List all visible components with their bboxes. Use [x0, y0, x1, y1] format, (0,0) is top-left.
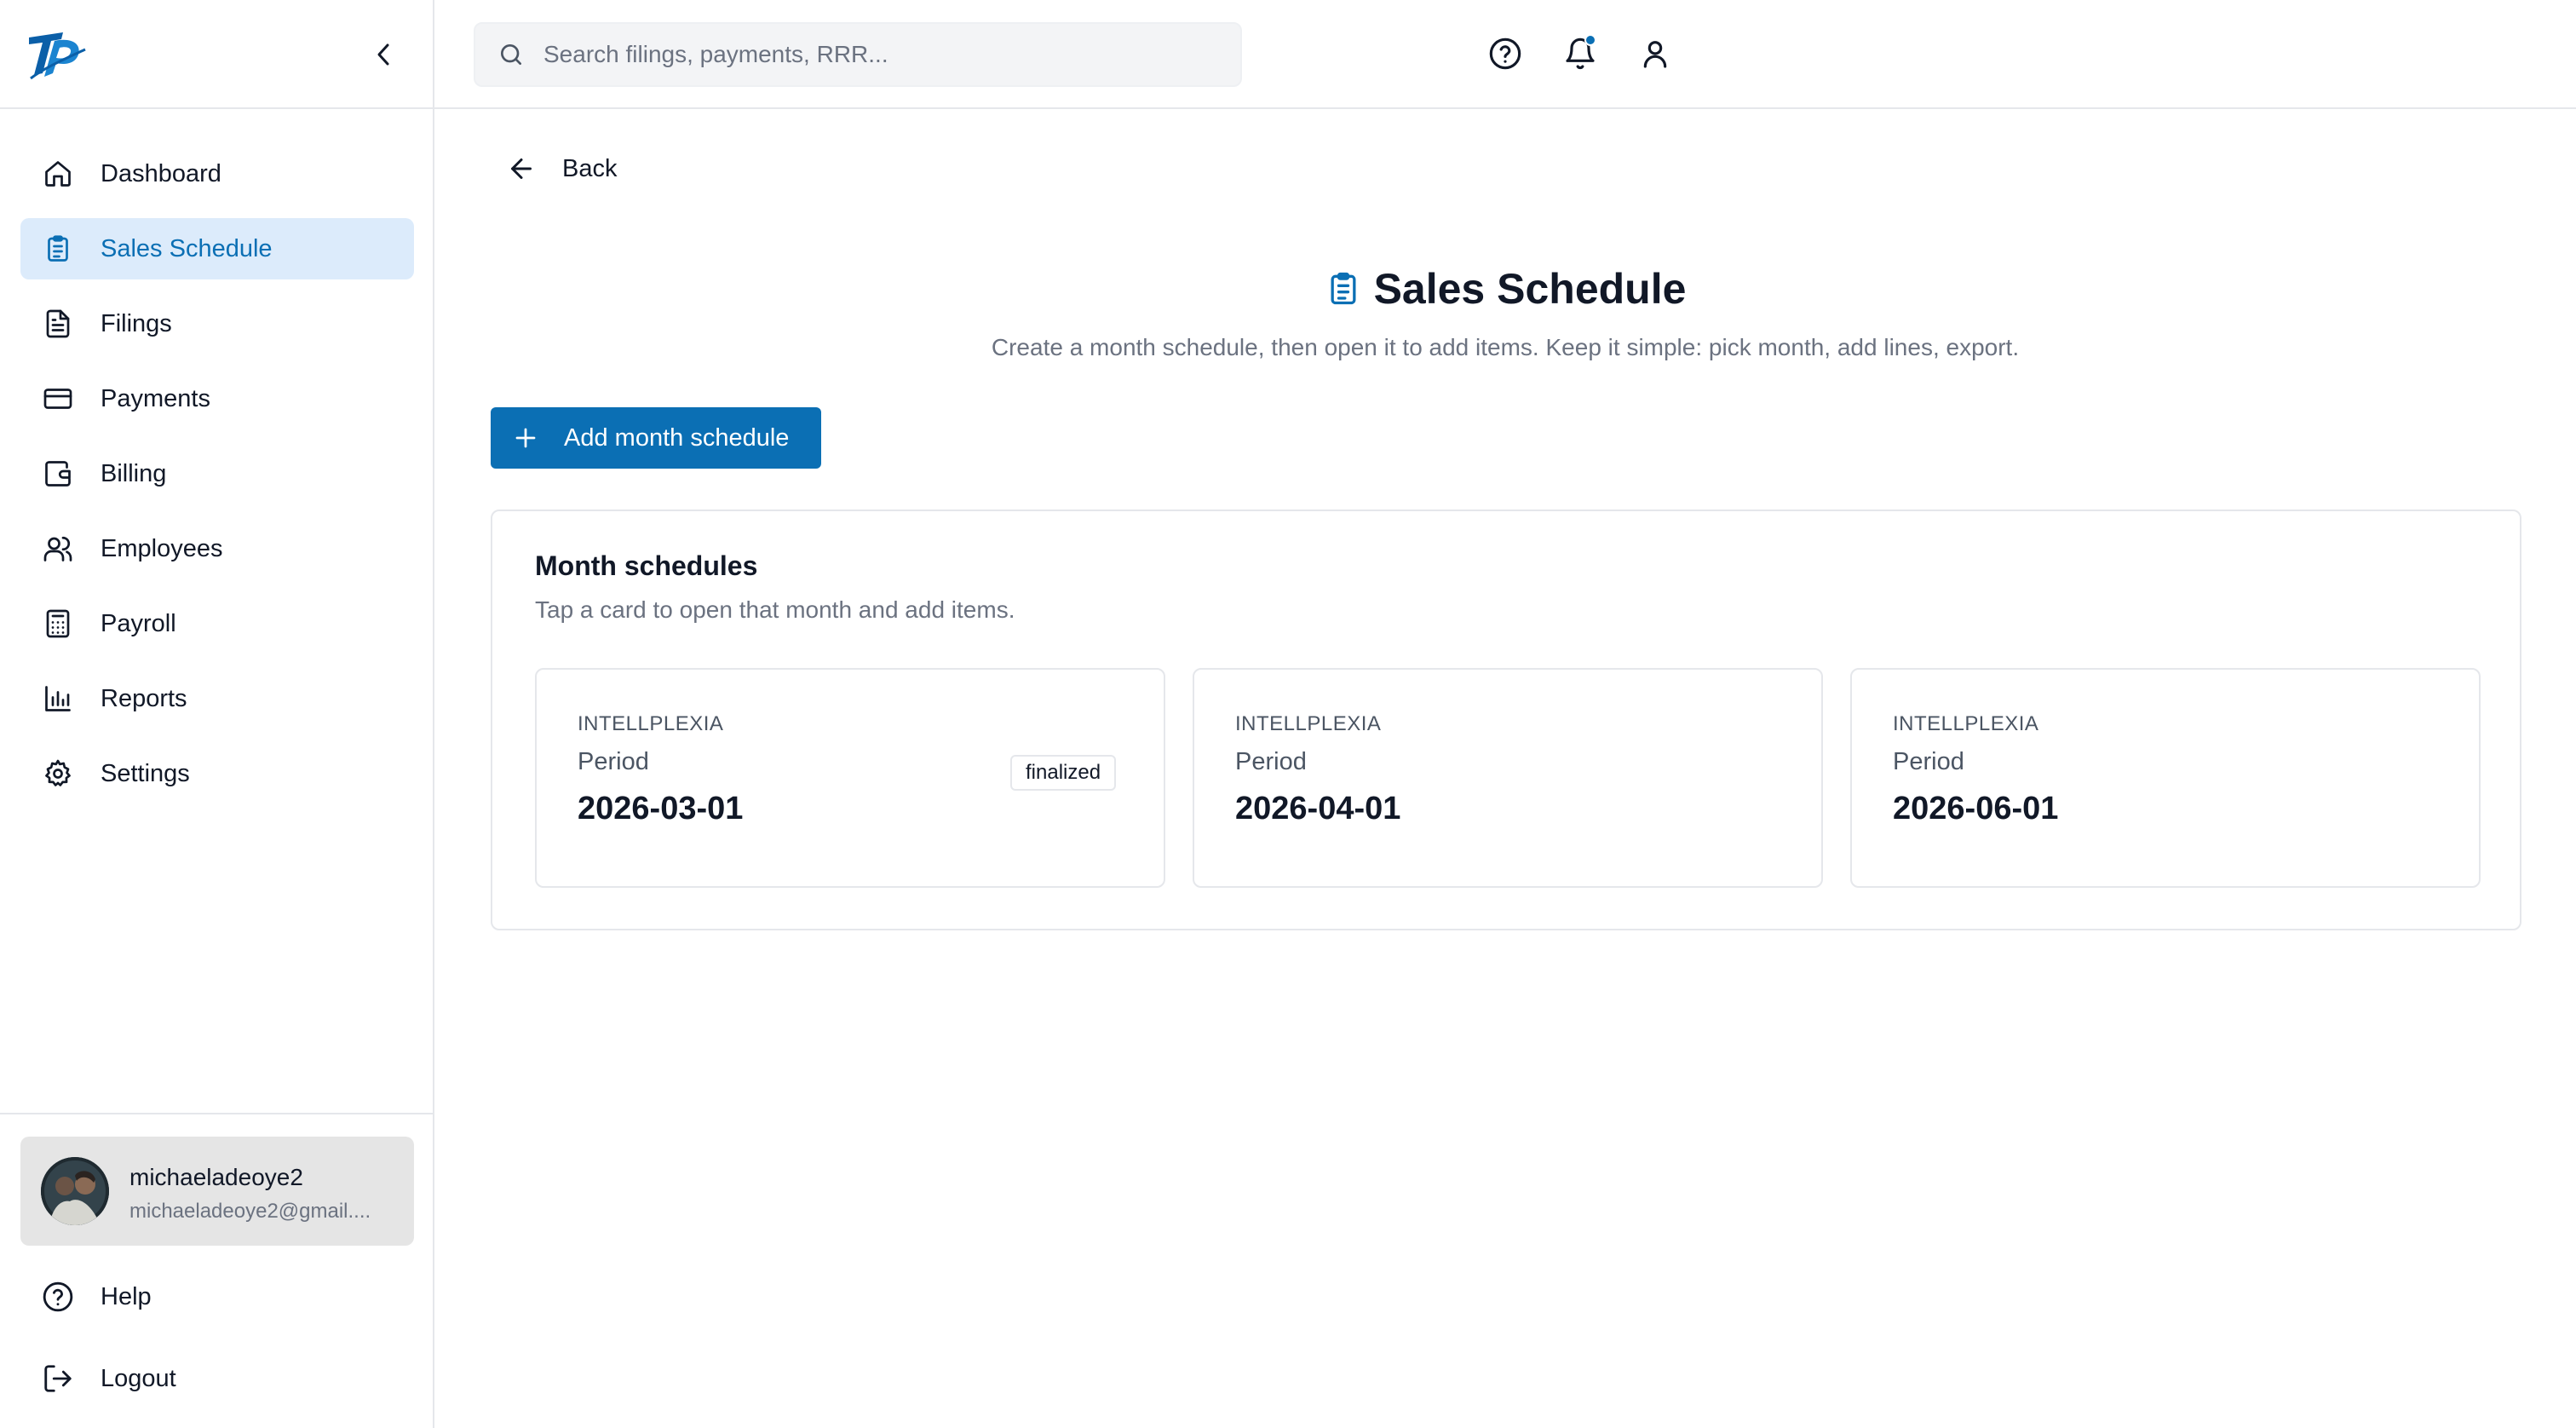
back-label: Back	[562, 154, 618, 182]
collapse-sidebar-button[interactable]	[368, 37, 399, 72]
card-organization: INTELLPLEXIA	[1893, 712, 2039, 735]
bar-chart-icon	[41, 682, 75, 716]
credit-card-icon	[41, 382, 75, 416]
home-icon	[41, 157, 75, 191]
calculator-icon	[41, 607, 75, 641]
notifications-button[interactable]	[1561, 34, 1600, 73]
schedule-card[interactable]: INTELLPLEXIA Period 2026-06-01	[1850, 668, 2481, 888]
topbar	[434, 0, 2576, 109]
add-month-schedule-label: Add month schedule	[564, 423, 790, 452]
month-schedules-panel: Month schedules Tap a card to open that …	[491, 510, 2521, 930]
sidebar: Dashboard Sales Schedule Filings Payment…	[0, 0, 434, 1428]
profile-button[interactable]	[1636, 34, 1675, 73]
help-label: Help	[101, 1282, 152, 1310]
card-organization: INTELLPLEXIA	[1235, 712, 1382, 735]
sidebar-item-label: Sales Schedule	[101, 234, 273, 262]
app-window: Dashboard Sales Schedule Filings Payment…	[0, 0, 2576, 1428]
add-month-schedule-button[interactable]: Add month schedule	[491, 407, 821, 469]
avatar	[41, 1157, 109, 1225]
sidebar-item-dashboard[interactable]: Dashboard	[20, 143, 414, 204]
help-link[interactable]: Help	[20, 1266, 414, 1327]
chevron-left-icon	[374, 42, 393, 67]
sidebar-item-filings[interactable]: Filings	[20, 293, 414, 354]
notification-dot	[1584, 34, 1596, 46]
logout-label: Logout	[101, 1364, 176, 1392]
sidebar-item-label: Billing	[101, 459, 167, 487]
sidebar-item-label: Filings	[101, 309, 172, 337]
search-bar[interactable]	[474, 22, 1242, 87]
sidebar-item-label: Settings	[101, 759, 190, 787]
sidebar-item-label: Reports	[101, 684, 187, 712]
sidebar-item-label: Dashboard	[101, 159, 221, 187]
gear-icon	[41, 757, 75, 791]
help-circle-icon	[41, 1280, 75, 1314]
sidebar-item-reports[interactable]: Reports	[20, 668, 414, 729]
brand-logo[interactable]	[26, 24, 89, 83]
sidebar-item-payments[interactable]: Payments	[20, 368, 414, 429]
help-button[interactable]	[1486, 34, 1525, 73]
sidebar-item-sales-schedule[interactable]: Sales Schedule	[20, 218, 414, 279]
user-email: michaeladeoye2@gmail....	[129, 1200, 371, 1223]
sidebar-footer: michaeladeoye2 michaeladeoye2@gmail.... …	[0, 1113, 433, 1428]
sidebar-nav: Dashboard Sales Schedule Filings Payment…	[20, 143, 414, 818]
user-name: michaeladeoye2	[129, 1164, 303, 1190]
logout-link[interactable]: Logout	[20, 1348, 414, 1409]
status-badge: finalized	[1010, 755, 1117, 791]
clipboard-icon	[41, 232, 75, 266]
card-period-date: 2026-03-01	[578, 791, 744, 826]
sidebar-item-payroll[interactable]: Payroll	[20, 593, 414, 654]
sidebar-item-billing[interactable]: Billing	[20, 443, 414, 504]
schedule-card-list: INTELLPLEXIA Period 2026-03-01 finalized…	[535, 668, 2481, 888]
file-text-icon	[41, 307, 75, 341]
page-title: Sales Schedule	[1373, 265, 1687, 313]
sidebar-item-settings[interactable]: Settings	[20, 743, 414, 804]
users-icon	[41, 532, 75, 566]
panel-subtitle: Tap a card to open that month and add it…	[535, 596, 1015, 623]
card-period-label: Period	[1235, 748, 1307, 775]
sidebar-item-label: Payroll	[101, 609, 176, 637]
card-organization: INTELLPLEXIA	[578, 712, 724, 735]
schedule-card[interactable]: INTELLPLEXIA Period 2026-03-01 finalized	[535, 668, 1165, 888]
arrow-left-icon	[506, 153, 537, 184]
wallet-icon	[41, 457, 75, 491]
user-profile-card[interactable]: michaeladeoye2 michaeladeoye2@gmail....	[20, 1137, 414, 1246]
page-header: Sales Schedule	[434, 264, 2576, 314]
sidebar-item-employees[interactable]: Employees	[20, 518, 414, 579]
sidebar-item-label: Employees	[101, 534, 223, 562]
schedule-card[interactable]: INTELLPLEXIA Period 2026-04-01	[1193, 668, 1823, 888]
panel-title: Month schedules	[535, 550, 758, 581]
page-subtitle: Create a month schedule, then open it to…	[991, 334, 2020, 360]
card-period-label: Period	[1893, 748, 1964, 775]
logout-icon	[41, 1362, 75, 1396]
back-button[interactable]: Back	[506, 148, 617, 189]
card-period-label: Period	[578, 748, 649, 775]
search-input[interactable]	[543, 41, 1225, 68]
search-icon	[497, 41, 525, 68]
card-period-date: 2026-06-01	[1893, 791, 2059, 826]
help-circle-icon	[1488, 37, 1522, 71]
sidebar-header	[0, 0, 433, 109]
card-period-date: 2026-04-01	[1235, 791, 1401, 826]
user-icon	[1638, 37, 1672, 71]
clipboard-icon	[1325, 270, 1362, 308]
sidebar-item-label: Payments	[101, 384, 210, 412]
plus-icon	[513, 425, 538, 451]
main-content: Back Sales Schedule Create a month sched…	[434, 111, 2576, 1428]
